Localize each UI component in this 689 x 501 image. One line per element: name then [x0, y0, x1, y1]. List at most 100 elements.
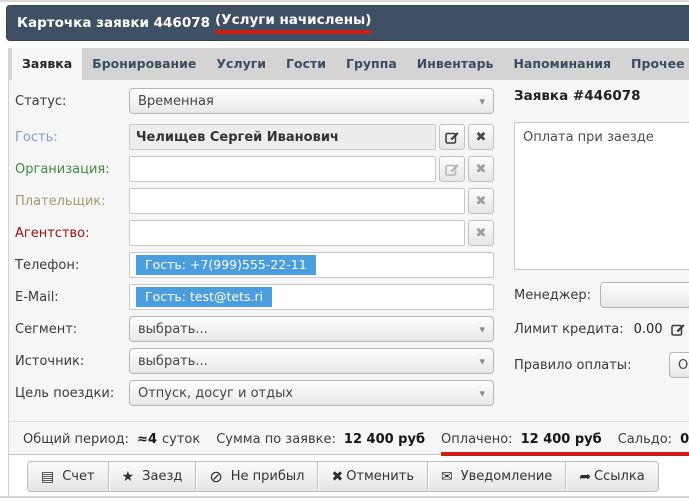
no-show-button[interactable]: ⊘ Не прибыл: [195, 462, 317, 491]
note-textarea[interactable]: Оплата при заезде: [514, 122, 689, 270]
tab-gosti[interactable]: Гости: [276, 48, 336, 80]
manager-select[interactable]: ▾: [600, 282, 689, 308]
purpose-select[interactable]: Отпуск, досуг и отдых ▾: [129, 380, 494, 406]
action-toolbar: ▤ Счет ★ Заезд ⊘ Не прибыл ✖ Отменить ✉ …: [27, 461, 659, 492]
edit-icon[interactable]: [671, 322, 685, 336]
tab-gruppa[interactable]: Группа: [336, 48, 407, 80]
cancel-icon: ✖: [331, 469, 343, 485]
email-field[interactable]: Гость: test@tets.ri: [129, 284, 494, 310]
purpose-value: Отпуск, досуг и отдых: [138, 386, 473, 401]
envelope-icon: ✉: [441, 469, 453, 485]
segment-value: выбрать...: [138, 322, 473, 337]
organization-clear-button[interactable]: ✖: [468, 156, 494, 182]
amount-label: Сумма по заявке:: [216, 432, 336, 447]
tab-prochee[interactable]: Прочее: [621, 48, 689, 80]
payer-clear-button[interactable]: ✖: [468, 188, 494, 214]
segment-label: Сегмент:: [15, 322, 129, 337]
notification-button[interactable]: ✉ Уведомление: [427, 462, 565, 491]
payment-rule-select[interactable]: Общ ▾: [669, 352, 689, 378]
tab-inventar[interactable]: Инвентарь: [407, 48, 504, 80]
phone-chip: Гость: +7(999)555-22-11: [136, 255, 316, 275]
organization-label: Организация:: [15, 162, 129, 177]
tab-bar: Заявка Бронирование Услуги Гости Группа …: [8, 48, 689, 80]
cancel-button[interactable]: ✖ Отменить: [317, 462, 427, 491]
segment-row: Сегмент: выбрать... ▾: [15, 316, 494, 342]
period-unit: суток: [162, 432, 200, 447]
tab-bronirovanie[interactable]: Бронирование: [82, 48, 206, 80]
guest-field[interactable]: Челищев Сергей Иванович: [129, 124, 436, 150]
notification-button-label: Уведомление: [461, 469, 553, 484]
payment-rule-value: Общ: [678, 358, 689, 373]
phone-field[interactable]: Гость: +7(999)555-22-11: [129, 252, 494, 278]
organization-row: Организация: ✖: [15, 156, 494, 182]
paid-label: Оплачено:: [441, 432, 513, 447]
paid-balance-underlined: Оплачено: 12 400 руб Сальдо: 0 руб: [441, 432, 689, 456]
segment-select[interactable]: выбрать... ▾: [129, 316, 494, 342]
amount-value: 12 400 руб: [344, 432, 425, 447]
status-label: Статус:: [15, 94, 129, 109]
source-value: выбрать...: [138, 354, 473, 369]
page-title-status: (Услуги начислены): [215, 12, 371, 34]
link-button[interactable]: ➦ Ссылка: [565, 462, 657, 491]
payer-row: Плательщик: ✖: [15, 188, 494, 214]
guest-clear-button[interactable]: ✖: [468, 124, 494, 150]
period-label: Общий период:: [23, 432, 129, 447]
window-bottom-edge: [0, 496, 689, 498]
summary-bar: Общий период: ≈4 суток Сумма по заявке: …: [9, 421, 689, 456]
panel-left-edge: [8, 455, 9, 496]
guest-edit-button[interactable]: [439, 124, 465, 150]
payer-label: Плательщик:: [15, 194, 129, 209]
agency-row: Агентство: ✖: [15, 220, 494, 246]
payment-rule-row: Правило оплаты: Общ ▾: [514, 352, 689, 378]
details-right-column: Заявка #446078 Оплата при заезде Менедже…: [514, 88, 689, 378]
phone-label: Телефон:: [15, 258, 129, 273]
status-row: Статус: Временная ▾: [15, 88, 494, 114]
agency-clear-button[interactable]: ✖: [468, 220, 494, 246]
status-select[interactable]: Временная ▾: [129, 88, 494, 114]
payer-field[interactable]: [129, 188, 465, 214]
chevron-down-icon: ▾: [479, 355, 485, 368]
chevron-down-icon: ▾: [479, 323, 485, 336]
payment-rule-label: Правило оплаты:: [514, 358, 631, 373]
purpose-label: Цель поездки:: [15, 386, 129, 401]
window-titlebar: Карточка заявки 446078 (Услуги начислены…: [6, 5, 689, 41]
chevron-down-icon: ▾: [479, 95, 485, 108]
close-icon: ✖: [476, 129, 487, 145]
email-chip: Гость: test@tets.ri: [136, 287, 272, 307]
no-show-button-label: Не прибыл: [231, 469, 305, 484]
agency-field[interactable]: [129, 220, 465, 246]
balance-value: 0 руб: [680, 432, 689, 447]
invoice-button[interactable]: ▤ Счет: [28, 462, 108, 491]
tab-uslugi[interactable]: Услуги: [206, 48, 276, 80]
organization-edit-button[interactable]: [439, 156, 465, 182]
window-top-edge: [0, 0, 689, 2]
chevron-down-icon: ▾: [479, 387, 485, 400]
balance-label: Сальдо:: [618, 432, 672, 447]
check-in-button-label: Заезд: [142, 469, 182, 484]
invoice-button-label: Счет: [62, 469, 94, 484]
no-show-icon: ⊘: [209, 467, 222, 486]
guest-row: Гость: Челищев Сергей Иванович ✖: [15, 124, 494, 150]
guest-label: Гость:: [15, 130, 129, 145]
source-select[interactable]: выбрать... ▾: [129, 348, 494, 374]
status-value: Временная: [138, 94, 473, 109]
credit-limit-row: Лимит кредита: 0.00: [514, 316, 689, 342]
paid-value: 12 400 руб: [521, 432, 602, 447]
email-row: E-Mail: Гость: test@tets.ri: [15, 284, 494, 310]
tab-napominaniya[interactable]: Напоминания: [503, 48, 621, 80]
agency-label: Агентство:: [15, 226, 129, 241]
organization-field[interactable]: [129, 156, 436, 182]
check-in-button[interactable]: ★ Заезд: [108, 462, 196, 491]
source-label: Источник:: [15, 354, 129, 369]
phone-row: Телефон: Гость: +7(999)555-22-11: [15, 252, 494, 278]
period-value: ≈4: [137, 432, 157, 447]
edit-icon: [445, 162, 459, 176]
close-icon: ✖: [476, 225, 487, 241]
manager-row: Менеджер: ▾: [514, 282, 689, 308]
purpose-row: Цель поездки: Отпуск, досуг и отдых ▾: [15, 380, 494, 406]
tab-zayavka[interactable]: Заявка: [12, 48, 82, 80]
close-icon: ✖: [476, 161, 487, 177]
cancel-button-label: Отменить: [346, 469, 414, 484]
link-button-label: Ссылка: [594, 469, 645, 484]
page-title: Карточка заявки 446078: [17, 15, 210, 31]
